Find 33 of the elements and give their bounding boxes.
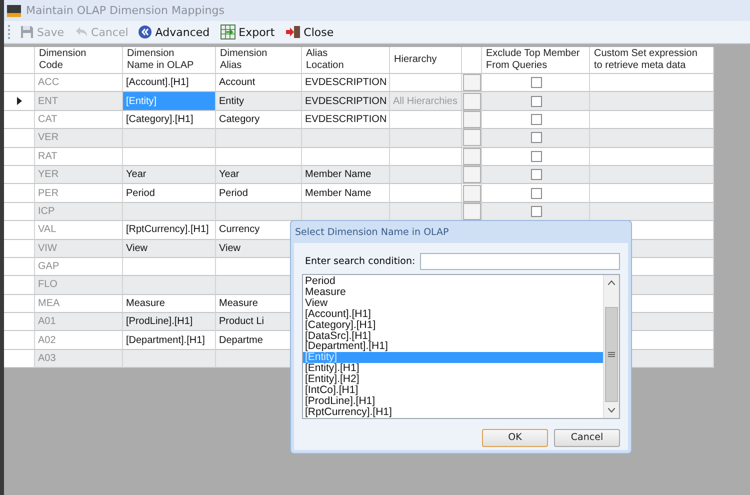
list-item[interactable]: Period bbox=[303, 276, 603, 287]
column-header[interactable]: Alias Location bbox=[302, 47, 390, 74]
table-cell[interactable]: EVDESCRIPTION bbox=[302, 92, 390, 111]
toolbar-button[interactable]: Close bbox=[282, 24, 336, 40]
column-header[interactable]: Dimension Code bbox=[35, 47, 123, 74]
table-cell[interactable]: View bbox=[123, 240, 216, 258]
list-item[interactable]: [Entity].[H2] bbox=[303, 374, 603, 386]
toolbar-button[interactable]: Advanced bbox=[136, 24, 212, 40]
list-item[interactable]: [Category].[H1] bbox=[303, 320, 603, 331]
list-item[interactable]: [Account].[H1] bbox=[303, 308, 603, 320]
column-header[interactable]: Custom Set expression to retrieve meta data bbox=[590, 47, 714, 74]
list-item[interactable]: [Department].[H1] bbox=[303, 341, 603, 352]
table-cell[interactable]: Member Name bbox=[302, 166, 390, 184]
table-cell[interactable]: [ProdLine].[H1] bbox=[123, 313, 216, 332]
dialog-button[interactable]: Cancel bbox=[554, 428, 620, 447]
table-cell[interactable]: Entity bbox=[216, 92, 302, 111]
search-label: Enter search condition: bbox=[305, 256, 416, 267]
column-header[interactable]: Dimension Alias bbox=[216, 47, 302, 74]
list-item[interactable]: [Entity].[H1] bbox=[303, 363, 603, 374]
list-item[interactable]: [ProdLine].[H1] bbox=[303, 396, 603, 407]
column-header[interactable]: Hierarchy bbox=[390, 47, 462, 74]
list-item[interactable]: Measure bbox=[303, 286, 603, 298]
window-title: Maintain OLAP Dimension Mappings bbox=[26, 4, 224, 17]
list-item[interactable]: View bbox=[303, 298, 603, 309]
list-item[interactable]: [DataSrc].[H1] bbox=[303, 330, 603, 342]
toolbar-button[interactable]: Export bbox=[218, 23, 277, 41]
table-cell[interactable]: Year bbox=[216, 166, 302, 184]
column-header[interactable]: Dimension Name in OLAP bbox=[123, 47, 216, 74]
list-item[interactable]: [RptCurrency].[H1] bbox=[303, 406, 603, 418]
list-item[interactable]: [IntCo].[H1] bbox=[303, 385, 603, 396]
column-header[interactable]: Exclude Top Member From Queries bbox=[482, 47, 590, 74]
table-cell[interactable]: Year bbox=[123, 166, 216, 184]
dialog-button[interactable]: OK bbox=[482, 428, 548, 447]
